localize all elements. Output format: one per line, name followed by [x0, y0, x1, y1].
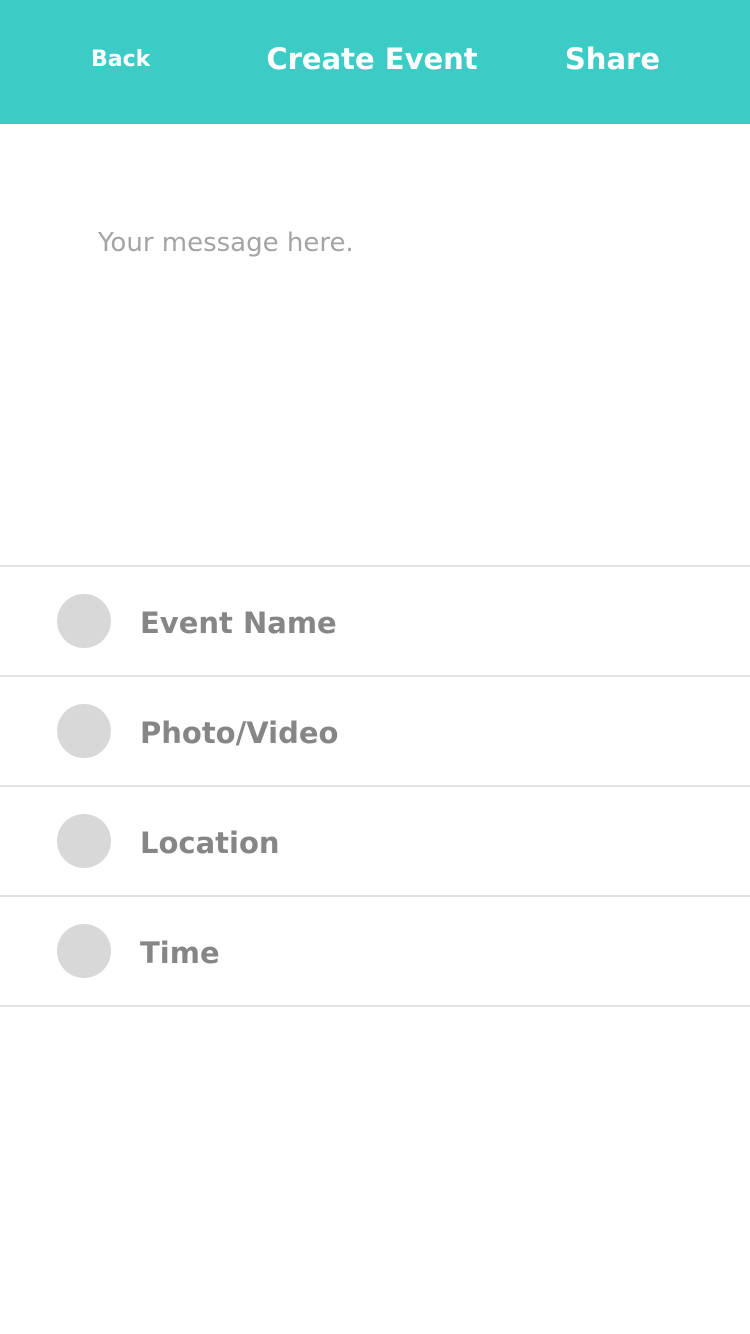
message-input[interactable]	[98, 220, 658, 520]
share-button[interactable]: Share	[565, 38, 660, 80]
time-circle-icon	[57, 924, 111, 978]
back-button[interactable]: Back	[91, 44, 150, 76]
location-circle-icon	[57, 814, 111, 868]
option-photo-video[interactable]: Photo/Video	[0, 677, 750, 787]
option-label: Time	[140, 936, 220, 970]
photo-video-circle-icon	[57, 704, 111, 758]
event-options-list: Event Name Photo/Video Location Time	[0, 565, 750, 1007]
option-time[interactable]: Time	[0, 897, 750, 1007]
option-location[interactable]: Location	[0, 787, 750, 897]
option-label: Photo/Video	[140, 716, 339, 750]
page-title: Create Event	[266, 42, 478, 76]
option-label: Event Name	[140, 606, 337, 640]
option-event-name[interactable]: Event Name	[0, 567, 750, 677]
event-name-circle-icon	[57, 594, 111, 648]
option-label: Location	[140, 826, 280, 860]
header-bar: Back Create Event Share	[0, 0, 750, 124]
